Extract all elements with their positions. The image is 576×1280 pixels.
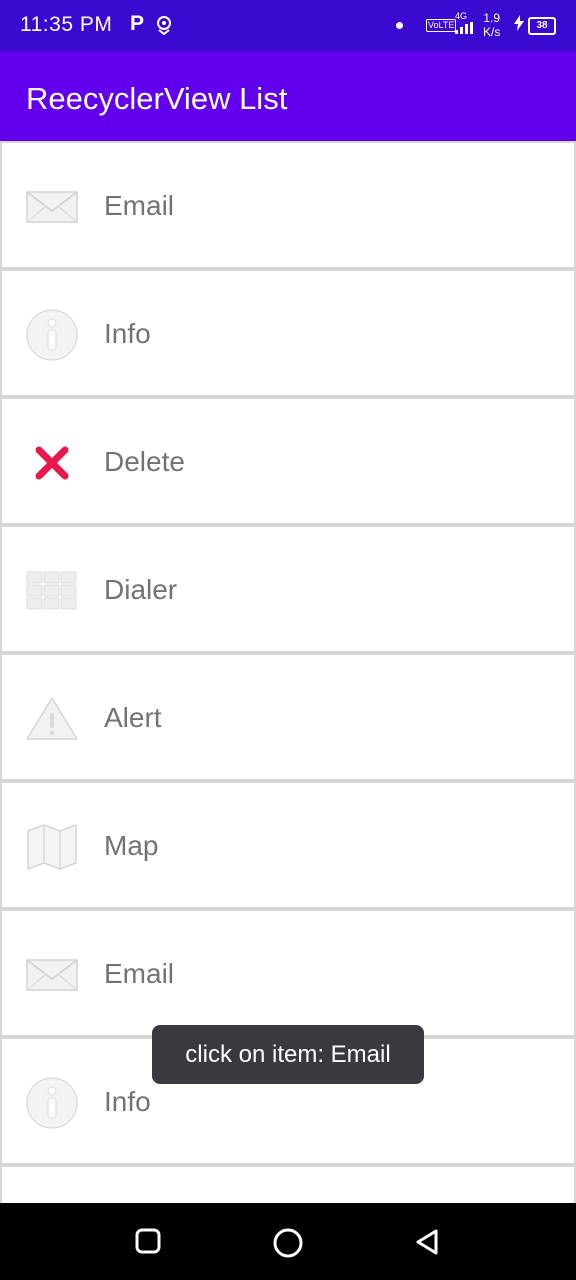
list-item-label: Dialer — [104, 574, 178, 605]
list-item-label: Info — [104, 1086, 151, 1117]
list-item[interactable] — [0, 1165, 576, 1203]
back-button[interactable] — [412, 1227, 442, 1257]
parking-app-icon: P — [130, 12, 145, 35]
alert-icon — [26, 693, 78, 745]
app-title: ReecyclerView List — [26, 81, 288, 116]
toast-message: click on item: Email — [152, 1025, 424, 1084]
map-icon — [26, 821, 78, 873]
list-item-label: Delete — [104, 446, 185, 477]
signal-icon — [455, 21, 475, 39]
list-item-label: Alert — [104, 702, 162, 733]
info-icon — [26, 309, 78, 361]
list-item[interactable]: Info — [0, 269, 576, 397]
list-item-label: Email — [104, 190, 175, 221]
list-item[interactable]: Map — [0, 781, 576, 909]
delete-icon — [26, 437, 78, 489]
notification-dot-icon — [396, 22, 403, 29]
speed-value: 1.9 — [483, 11, 501, 25]
list-item[interactable]: Email — [0, 141, 576, 269]
location-sharing-icon — [155, 15, 173, 40]
list-item-label: Map — [104, 830, 159, 861]
status-bar: 11:35 PM P VoLTE 4G 1.9 K/s 38 — [0, 0, 576, 51]
info-icon — [26, 1077, 78, 1129]
volte-icon: VoLTE — [426, 19, 457, 32]
status-time: 11:35 PM — [20, 13, 113, 36]
recents-button[interactable] — [134, 1227, 164, 1257]
email-icon — [26, 949, 78, 1001]
list-item[interactable]: Alert — [0, 653, 576, 781]
battery-icon: 38 — [528, 17, 556, 35]
list-item-label: Info — [104, 318, 151, 349]
dialer-icon — [26, 565, 78, 617]
list-item-label: Email — [104, 958, 175, 989]
app-bar: ReecyclerView List — [0, 51, 576, 141]
speed-unit: K/s — [483, 25, 501, 39]
home-button[interactable] — [272, 1227, 303, 1258]
charging-icon — [513, 15, 525, 36]
network-type-label: 4G — [455, 11, 468, 21]
email-icon — [26, 181, 78, 233]
navigation-bar — [0, 1203, 576, 1280]
list-item[interactable]: Email — [0, 909, 576, 1037]
network-speed: 1.9 K/s — [483, 11, 500, 39]
list-item[interactable]: Delete — [0, 397, 576, 525]
list-item[interactable]: Dialer — [0, 525, 576, 653]
